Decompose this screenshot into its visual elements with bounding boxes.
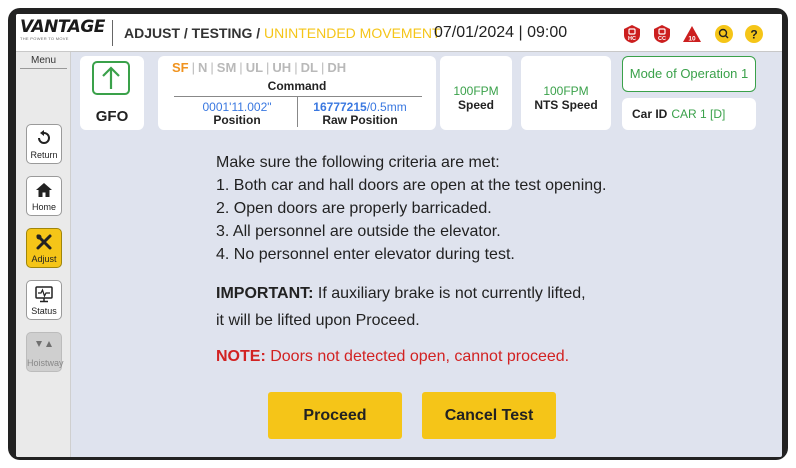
sidebar-item-status[interactable]: Status xyxy=(26,280,62,320)
alarm-count-icon[interactable]: 10 xyxy=(682,24,702,44)
important-message-line-2: it will be lifted upon Proceed. xyxy=(216,312,420,329)
tools-icon xyxy=(36,234,52,250)
flag-sm: SM xyxy=(216,60,237,75)
important-text: If auxiliary brake is not currently lift… xyxy=(313,285,586,302)
flag-dh: DH xyxy=(327,60,347,75)
note-text: Doors not detected open, cannot proceed. xyxy=(265,348,570,365)
flag-uh: UH xyxy=(272,60,292,75)
criteria-item-4: 4. No personnel enter elevator during te… xyxy=(216,246,515,263)
breadcrumb-current: UNINTENDED MOVEMENT xyxy=(264,25,441,41)
screen: VANTAGE THE POWER TO MOVE ADJUST / TESTI… xyxy=(16,14,782,457)
car-id-label: Car ID xyxy=(632,107,668,121)
speed-value: 100FPM xyxy=(453,84,499,98)
raw-position-value: 16777215/0.5mm xyxy=(298,100,422,114)
flag-dl: DL xyxy=(300,60,318,75)
car-id-value: CAR 1 [D] xyxy=(671,107,726,121)
nts-speed-label: NTS Speed xyxy=(534,98,598,112)
svg-text:CC: CC xyxy=(658,36,666,42)
sidebar-item-label: Hoistway xyxy=(27,358,64,368)
sidebar-item-label: Adjust xyxy=(31,254,57,264)
svg-text:?: ? xyxy=(750,28,757,42)
help-icon[interactable]: ? xyxy=(744,24,764,44)
sidebar-title-divider xyxy=(20,68,67,69)
nts-speed-value: 100FPM xyxy=(543,84,589,98)
cc-lock-icon[interactable]: CC xyxy=(652,24,672,44)
flag-ul: UL xyxy=(245,60,264,75)
nts-speed-card: 100FPM NTS Speed xyxy=(521,56,611,130)
raw-position-count: 16777215 xyxy=(313,100,367,114)
criteria-intro: Make sure the following criteria are met… xyxy=(216,154,500,171)
command-divider xyxy=(174,96,422,97)
sidebar-menu: Menu Return Home Adjust Status Hoistway xyxy=(16,52,71,457)
svg-text:HC: HC xyxy=(628,36,636,42)
hc-lock-icon[interactable]: HC xyxy=(622,24,642,44)
gfo-label: GFO xyxy=(95,108,129,125)
home-icon xyxy=(36,183,52,197)
command-flags: SF | N | SM | UL | UH | DL | DH xyxy=(172,60,347,75)
logo-text: VANTAGE xyxy=(20,17,105,37)
sidebar-item-label: Status xyxy=(31,306,57,316)
return-icon xyxy=(38,130,50,144)
search-icon[interactable] xyxy=(714,24,734,44)
breadcrumb-path: ADJUST / TESTING / xyxy=(124,25,265,41)
flag-sf: SF xyxy=(172,60,189,75)
sidebar-item-return[interactable]: Return xyxy=(26,124,62,164)
up-arrow-icon xyxy=(102,66,120,89)
position-value: 0001'11.002" xyxy=(202,100,272,114)
note-message: NOTE: Doors not detected open, cannot pr… xyxy=(216,348,569,366)
header-bar: VANTAGE THE POWER TO MOVE ADJUST / TESTI… xyxy=(16,14,782,52)
sidebar-title: Menu xyxy=(30,55,56,66)
sidebar-item-home[interactable]: Home xyxy=(26,176,62,216)
raw-position-unit: /0.5mm xyxy=(366,100,407,114)
monitor-icon xyxy=(35,286,53,303)
car-id-card: Car ID CAR 1 [D] xyxy=(622,98,756,130)
criteria-item-1: 1. Both car and hall doors are open at t… xyxy=(216,177,607,194)
hoistway-icon xyxy=(36,341,52,347)
important-label: IMPORTANT: xyxy=(216,285,314,302)
sidebar-item-label: Home xyxy=(31,202,56,212)
raw-position-label: Raw Position xyxy=(322,113,398,127)
breadcrumb: ADJUST / TESTING / UNINTENDED MOVEMENT xyxy=(124,25,441,41)
vantage-logo: VANTAGE THE POWER TO MOVE xyxy=(20,18,108,46)
svg-text:10: 10 xyxy=(688,36,696,43)
speed-card: 100FPM Speed xyxy=(440,56,512,130)
flag-n: N xyxy=(198,60,208,75)
sidebar-item-adjust[interactable]: Adjust xyxy=(26,228,62,268)
position-label: Position xyxy=(213,113,261,127)
cancel-test-button[interactable]: Cancel Test xyxy=(422,392,556,439)
gfo-arrow-box xyxy=(92,61,130,95)
note-label: NOTE: xyxy=(216,348,266,365)
command-card: SF | N | SM | UL | UH | DL | DH Command 0001'11.002"… xyxy=(158,56,436,130)
important-message: IMPORTANT: If auxiliary brake is not cur… xyxy=(216,285,586,303)
speed-label: Speed xyxy=(457,98,494,112)
criteria-item-3: 3. All personnel are outside the elevato… xyxy=(216,223,501,240)
sidebar-item-label: Return xyxy=(30,150,58,160)
proceed-button[interactable]: Proceed xyxy=(268,392,402,439)
gfo-card: GFO xyxy=(80,56,144,130)
header-divider xyxy=(112,20,113,46)
command-label: Command xyxy=(267,79,327,93)
criteria-item-2: 2. Open doors are properly barricaded. xyxy=(216,200,492,217)
mode-of-operation: Mode of Operation 1 xyxy=(622,56,756,92)
date-time: 07/01/2024 | 09:00 xyxy=(434,24,568,41)
sidebar-item-hoistway[interactable]: Hoistway xyxy=(26,332,64,372)
